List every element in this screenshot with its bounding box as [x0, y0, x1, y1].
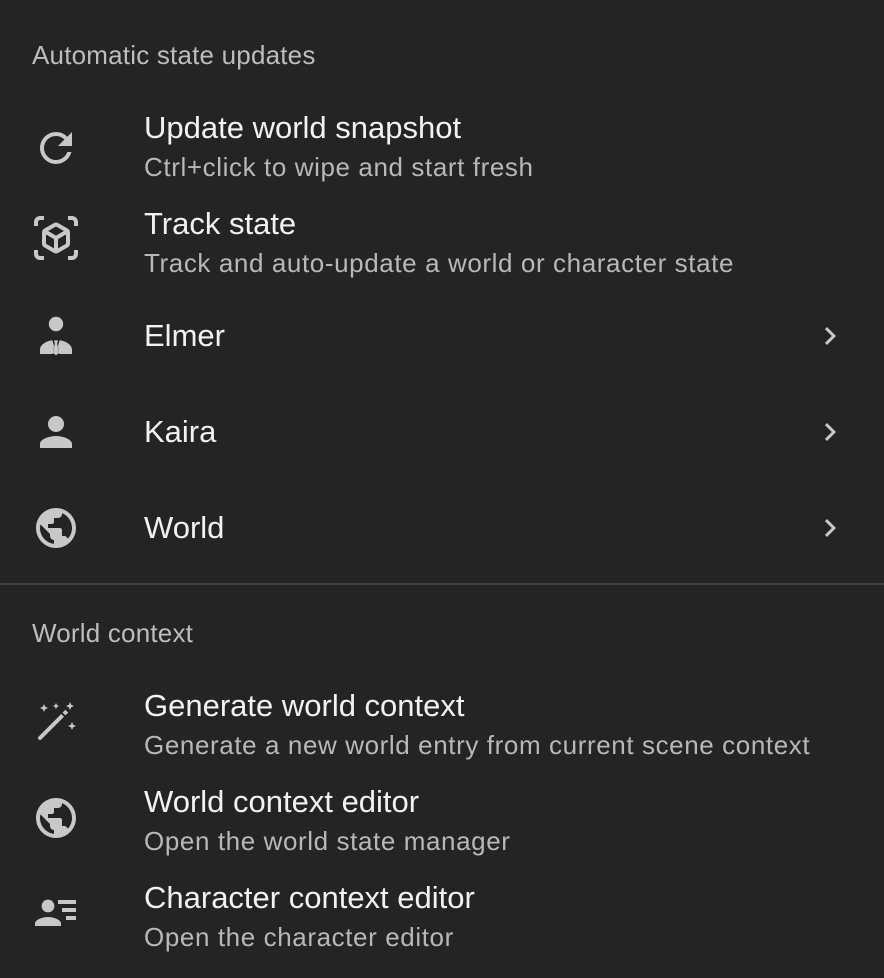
menu-item-title: World context editor: [144, 784, 420, 819]
menu-item-world-context-editor[interactable]: World context editor Open the world stat…: [0, 778, 884, 868]
menu-item-subtitle: Track and auto-update a world or charact…: [144, 248, 735, 278]
menu-item-title: Track state: [144, 206, 297, 241]
menu-item-character-context-editor[interactable]: Character context editor Open the charac…: [0, 874, 884, 964]
magic-wand-icon: [32, 698, 80, 746]
person-tie-icon: [32, 312, 80, 360]
menu-item-subtitle: Generate a new world entry from current …: [144, 730, 811, 760]
person-list-icon: [32, 888, 80, 936]
menu-item-kaira[interactable]: Kaira: [0, 392, 884, 472]
menu-item-title: Kaira: [144, 414, 217, 449]
chevron-right-icon: [812, 414, 848, 450]
context-menu: Automatic state updates Update world sna…: [0, 0, 884, 978]
menu-item-generate-world-context[interactable]: Generate world context Generate a new wo…: [0, 682, 884, 772]
person-icon: [32, 408, 80, 456]
view-in-ar-icon: [32, 214, 80, 262]
menu-item-title: Generate world context: [144, 688, 465, 723]
menu-item-title: Update world snapshot: [144, 110, 462, 145]
menu-item-world[interactable]: World: [0, 488, 884, 568]
refresh-icon: [32, 124, 80, 172]
menu-item-update-world-snapshot[interactable]: Update world snapshot Ctrl+click to wipe…: [0, 104, 884, 194]
menu-item-subtitle: Open the character editor: [144, 922, 454, 952]
section-divider: [0, 583, 884, 585]
menu-item-subtitle: Ctrl+click to wipe and start fresh: [144, 152, 534, 182]
globe-icon: [32, 504, 80, 552]
section-header-automatic-state-updates: Automatic state updates: [32, 40, 316, 70]
section-header-world-context: World context: [32, 618, 194, 648]
menu-item-title: Elmer: [144, 318, 225, 353]
menu-item-subtitle: Open the world state manager: [144, 826, 511, 856]
globe-icon: [32, 794, 80, 842]
menu-item-title: World: [144, 510, 225, 545]
chevron-right-icon: [812, 510, 848, 546]
menu-item-track-state[interactable]: Track state Track and auto-update a worl…: [0, 200, 884, 290]
menu-item-elmer[interactable]: Elmer: [0, 296, 884, 376]
menu-item-title: Character context editor: [144, 880, 475, 915]
chevron-right-icon: [812, 318, 848, 354]
